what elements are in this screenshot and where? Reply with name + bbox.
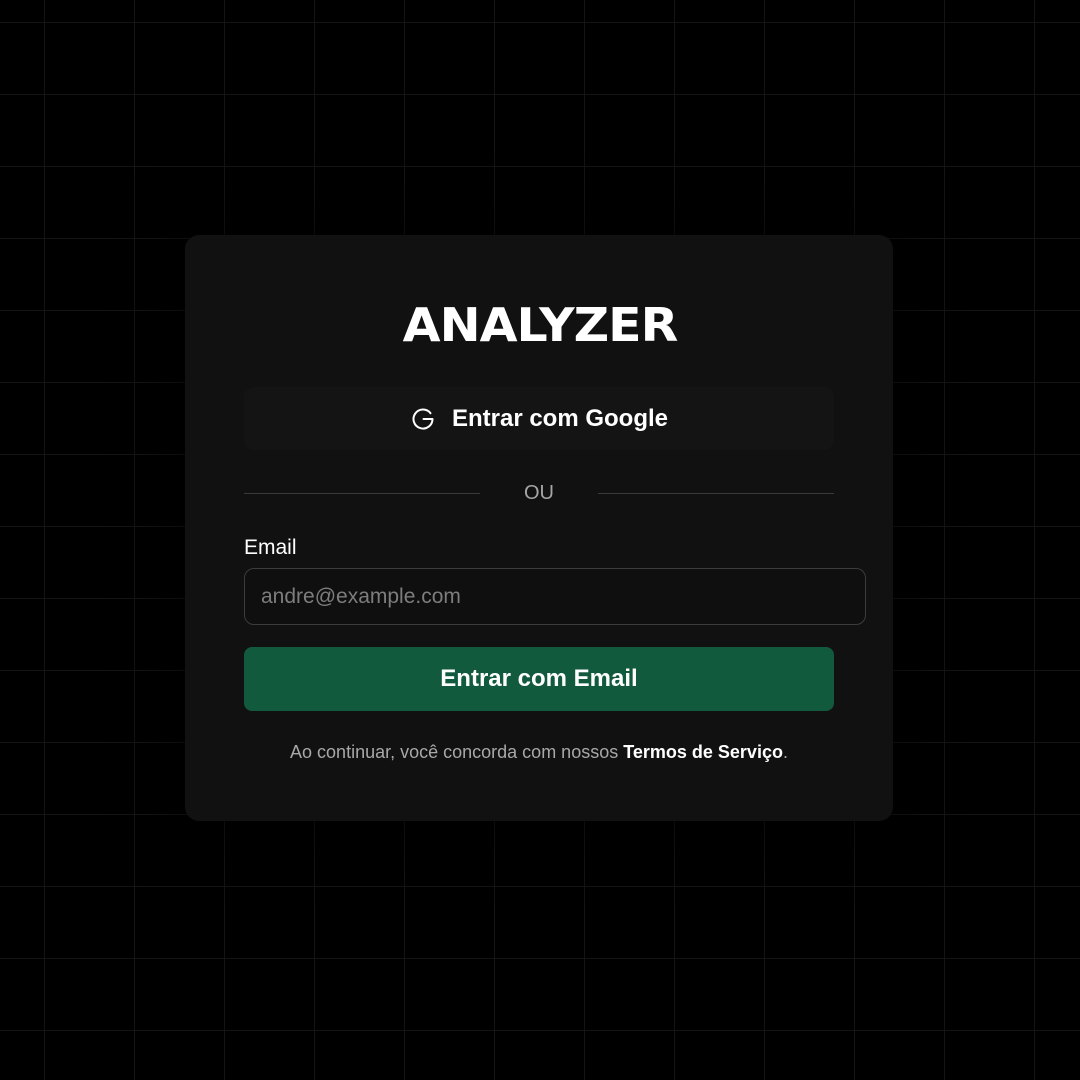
email-input[interactable]: [244, 568, 866, 625]
terms-of-service-link[interactable]: Termos de Serviço: [623, 742, 783, 762]
app-logo: ANALYZER: [402, 298, 679, 353]
google-login-label: Entrar com Google: [451, 404, 669, 432]
google-icon: [410, 406, 436, 432]
divider-line-right: [598, 493, 834, 494]
divider-text: OU: [524, 482, 554, 504]
email-label: Email: [244, 536, 297, 559]
terms-suffix: .: [782, 742, 788, 762]
email-login-button[interactable]: Entrar com Email: [244, 647, 834, 711]
login-page: ANALYZER Entrar com Google OU Email Entr…: [0, 0, 1080, 1080]
terms-notice: Ao continuar, você concorda com nossos T…: [0, 740, 1078, 764]
terms-prefix: Ao continuar, você concorda com nossos: [290, 742, 624, 762]
divider-line-left: [244, 493, 480, 494]
google-login-button[interactable]: Entrar com Google: [244, 387, 834, 450]
